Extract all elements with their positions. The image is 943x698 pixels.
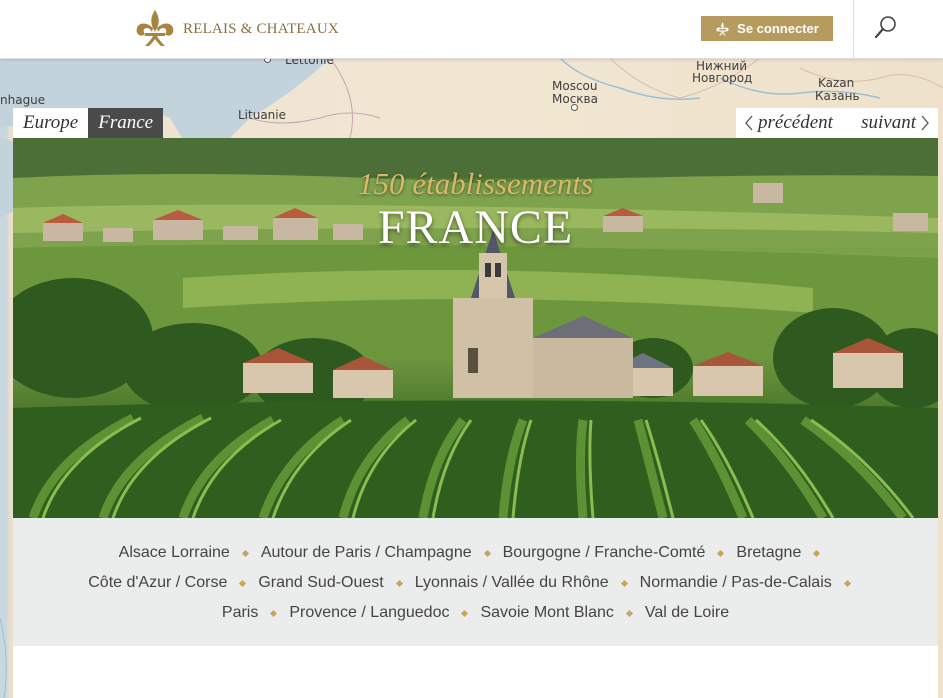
- header-divider: [853, 0, 854, 58]
- country-title: FRANCE: [377, 201, 574, 254]
- region-row: Côte d'Azur / Corse Grand Sud-Ouest Lyon…: [13, 568, 938, 598]
- pager: précédent suivant: [736, 108, 938, 138]
- region-grand-sud-ouest[interactable]: Grand Sud-Ouest: [258, 574, 383, 592]
- region-lyonnais[interactable]: Lyonnais / Vallée du Rhône: [415, 574, 609, 592]
- login-label: Se connecter: [737, 21, 819, 36]
- region-bourgogne[interactable]: Bourgogne / Franche-Comté: [503, 544, 706, 562]
- breadcrumb: Europe France: [13, 108, 164, 138]
- next-link[interactable]: suivant: [861, 112, 930, 134]
- brand-logo[interactable]: RELAIS & CHATEAUX: [133, 8, 339, 50]
- diamond-separator: [395, 579, 403, 587]
- region-normandie[interactable]: Normandie / Pas-de-Calais: [640, 574, 832, 592]
- diamond-separator: [461, 609, 469, 617]
- region-cote-d-azur[interactable]: Côte d'Azur / Corse: [88, 574, 227, 592]
- region-alsace-lorraine[interactable]: Alsace Lorraine: [119, 544, 230, 562]
- region-row: Paris Provence / Languedoc Savoie Mont B…: [13, 598, 938, 628]
- region-paris[interactable]: Paris: [222, 604, 258, 622]
- diamond-separator: [717, 549, 725, 557]
- diamond-separator: [843, 579, 851, 587]
- diamond-separator: [483, 549, 491, 557]
- content-panel: [13, 646, 938, 698]
- map-label-novgorod: Новгород: [692, 71, 753, 85]
- diamond-separator: [813, 549, 821, 557]
- region-bretagne[interactable]: Bretagne: [736, 544, 801, 562]
- diamond-separator: [625, 609, 633, 617]
- login-button[interactable]: Se connecter: [701, 16, 833, 41]
- establishment-count: 150 établissements: [357, 166, 594, 201]
- fleur-de-lis-icon: [136, 10, 174, 46]
- map-label-kazan: Kazan: [818, 76, 855, 90]
- brand-name: RELAIS & CHATEAUX: [183, 20, 339, 37]
- breadcrumb-europe[interactable]: Europe: [13, 108, 89, 138]
- previous-link[interactable]: précédent: [744, 112, 833, 134]
- hero-image: 150 établissements FRANCE: [13, 138, 938, 518]
- region-list: Alsace Lorraine Autour de Paris / Champa…: [13, 518, 938, 646]
- region-provence-languedoc[interactable]: Provence / Languedoc: [289, 604, 449, 622]
- chevron-right-icon: [921, 115, 929, 131]
- diamond-separator: [620, 579, 628, 587]
- diamond-separator: [270, 609, 278, 617]
- diamond-separator: [239, 579, 247, 587]
- search-icon: [874, 16, 896, 39]
- chevron-left-icon: [745, 115, 753, 131]
- region-savoie-mont-blanc[interactable]: Savoie Mont Blanc: [480, 604, 613, 622]
- map-label-moscou: Moscou: [552, 79, 598, 93]
- site-header: RELAIS & CHATEAUX Se connecter: [0, 0, 943, 59]
- city-dot: [571, 104, 578, 111]
- region-row: Alsace Lorraine Autour de Paris / Champa…: [13, 538, 938, 568]
- breadcrumb-france[interactable]: France: [88, 108, 164, 138]
- region-val-de-loire[interactable]: Val de Loire: [645, 604, 729, 622]
- fleur-de-lis-icon: [716, 21, 729, 35]
- region-autour-de-paris[interactable]: Autour de Paris / Champagne: [261, 544, 472, 562]
- search-button[interactable]: [866, 8, 906, 46]
- map-label-lituanie: Lituanie: [238, 108, 287, 122]
- map-label-kazan-ru: Казань: [815, 89, 860, 103]
- map-label-lettonie: Lettonie: [285, 58, 334, 67]
- map-label-copenhague: nhague: [0, 93, 46, 107]
- next-label: suivant: [861, 112, 916, 133]
- diamond-separator: [241, 549, 249, 557]
- previous-label: précédent: [758, 112, 833, 133]
